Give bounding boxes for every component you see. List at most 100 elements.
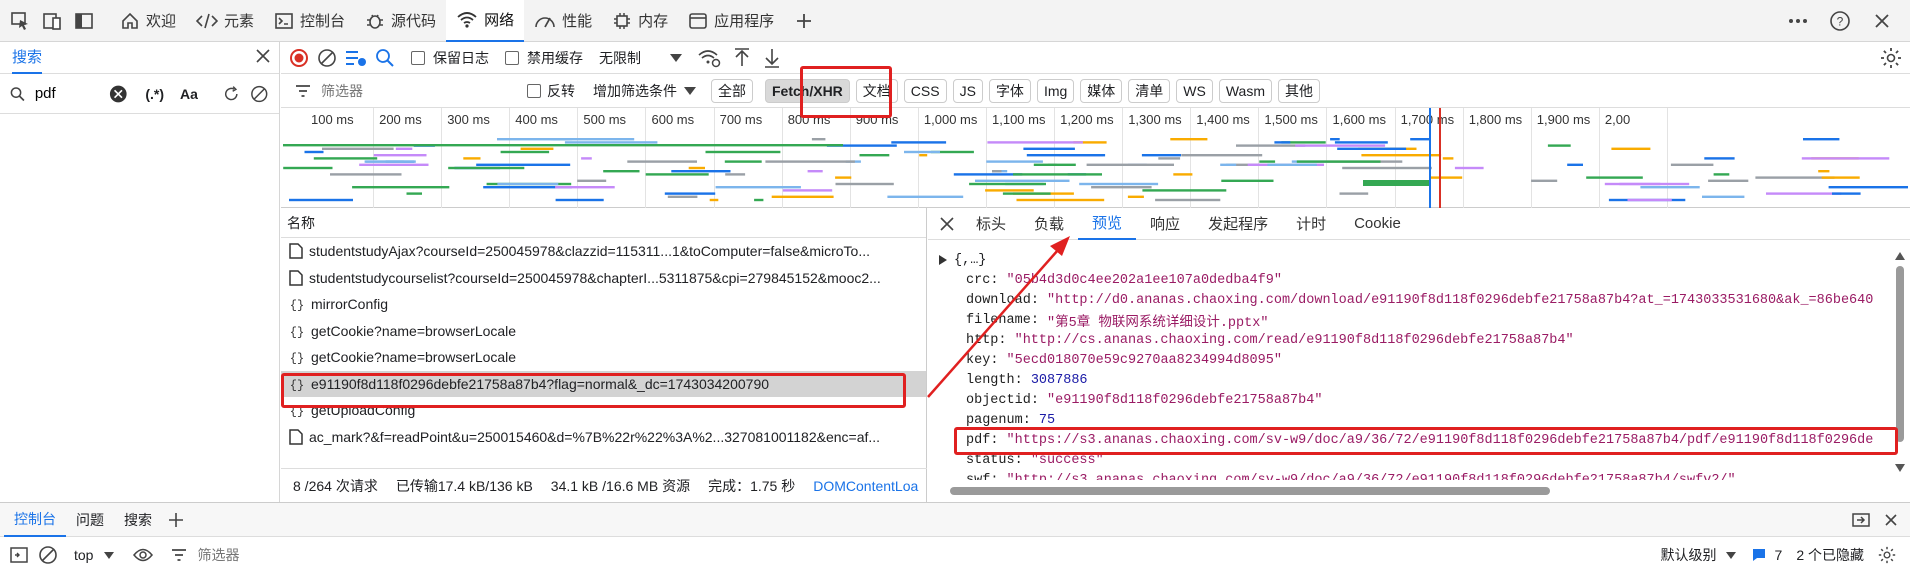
column-header-name[interactable]: 名称 [281,208,926,238]
import-har-icon[interactable] [733,47,751,68]
type-filter-all[interactable]: 全部 [711,78,753,103]
filter-settings-icon[interactable] [345,48,367,68]
type-filter-js[interactable]: JS [952,78,983,103]
drawer-tab-search[interactable]: 搜索 [114,503,162,537]
tab-performance[interactable]: 性能 [524,0,602,42]
request-row[interactable]: {} mirrorConfig [281,291,926,318]
clear-log-icon[interactable] [317,48,337,68]
json-field-crc[interactable]: crc: "05b4d3d0c4ee202a1ee107a0dedba4f9" [938,270,1898,290]
drawer-tab-console[interactable]: 控制台 [4,503,66,537]
chevron-down-icon[interactable] [1725,551,1737,560]
request-row[interactable]: {} getUploadConfig [281,397,926,424]
json-field-pdf[interactable]: pdf: "https://s3.ananas.chaoxing.com/sv-… [938,430,1898,450]
request-row[interactable]: {} getCookie?name=browserLocale [281,344,926,371]
clear-search-icon[interactable] [109,84,128,104]
json-field-key[interactable]: key: "5ecd018070e59c9270aa8234994d8095" [938,350,1898,370]
gear-icon[interactable] [1878,546,1896,564]
tab-welcome[interactable]: 欢迎 [110,0,186,42]
json-field-download[interactable]: download: "http://d0.ananas.chaoxing.com… [938,290,1898,310]
type-filter-font[interactable]: 字体 [988,78,1031,103]
json-field-objectid[interactable]: objectid: "e91190f8d118f0296debfe21758a8… [938,390,1898,410]
network-overview-timeline[interactable]: 100 ms 200 ms 300 ms 400 ms 500 ms 600 ms 700 … [281,108,1910,208]
filter-input[interactable] [321,82,521,99]
tab-preview[interactable]: 预览 [1078,208,1137,240]
issues-icon[interactable] [1751,547,1767,563]
close-devtools-icon[interactable] [1868,7,1896,35]
tab-memory[interactable]: 内存 [602,0,678,42]
tab-response[interactable]: 响应 [1136,208,1194,240]
json-root[interactable]: {,…} [954,253,986,268]
tab-sources[interactable]: 源代码 [355,0,446,42]
more-filters-select[interactable]: 增加筛选条件 [593,81,677,101]
search-panel-tab[interactable]: 搜索 [12,42,43,74]
tab-initiator[interactable]: 发起程序 [1194,208,1282,240]
type-filter-ws[interactable]: WS [1176,78,1213,103]
type-filter-fetch-xhr[interactable]: Fetch/XHR [765,78,850,103]
help-icon[interactable]: ? [1826,7,1854,35]
json-field-filename[interactable]: filename: "第5章 物联网系统详细设计.pptx" [938,310,1898,331]
console-sidebar-icon[interactable] [10,546,28,564]
dock-icon[interactable] [1852,511,1870,529]
add-tab-icon[interactable] [790,7,818,35]
type-filter-other[interactable]: 其他 [1278,78,1320,103]
request-row[interactable]: studentstudyAjax?courseId=250045978&claz… [281,238,926,265]
clear-icon[interactable] [250,84,269,104]
chevron-down-icon[interactable] [683,86,697,96]
json-field-length[interactable]: length: 3087886 [938,370,1898,390]
request-row[interactable]: ac_mark?&f=readPoint&u=250015460&d=%7B%2… [281,424,926,451]
search-icon[interactable] [375,48,395,68]
export-har-icon[interactable] [763,48,781,68]
request-row[interactable]: {} getCookie?name=browserLocale [281,318,926,345]
vertical-scrollbar[interactable] [1895,252,1905,472]
close-icon[interactable] [255,48,271,67]
search-input[interactable] [34,85,95,102]
gear-icon[interactable] [1880,47,1902,69]
type-filter-wasm[interactable]: Wasm [1218,78,1272,103]
throttling-select[interactable]: 无限制 [599,48,641,68]
type-filter-manifest[interactable]: 清单 [1128,78,1171,103]
tab-headers[interactable]: 标头 [962,208,1020,240]
json-field-http[interactable]: http: "http://cs.ananas.chaoxing.com/rea… [938,330,1898,350]
horizontal-scrollbar[interactable] [940,486,1880,496]
add-tab-icon[interactable] [168,512,184,528]
inspect-element-icon[interactable] [6,7,34,35]
more-options-icon[interactable] [1784,7,1812,35]
tab-network[interactable]: 网络 [446,0,525,42]
type-filter-doc[interactable]: 文档 [855,78,898,103]
type-filter-css[interactable]: CSS [903,78,947,103]
chevron-down-icon[interactable] [103,551,115,560]
caret-right-icon[interactable] [938,255,948,265]
type-filter-img[interactable]: Img [1036,78,1075,103]
invert-checkbox[interactable] [527,83,541,98]
tab-payload[interactable]: 负载 [1020,208,1078,240]
chevron-down-icon[interactable] [669,53,683,63]
tab-elements[interactable]: 元素 [186,0,264,42]
drawer-tab-issues[interactable]: 问题 [66,503,114,537]
disable-cache-checkbox[interactable] [505,50,519,65]
tab-application[interactable]: 应用程序 [678,0,784,42]
console-filter-input[interactable] [197,547,598,563]
request-row[interactable]: studentstudycourselist?courseId=25004597… [281,265,926,292]
request-row[interactable]: {} e91190f8d118f0296debfe21758a87b4?flag=… [281,370,926,397]
log-level-select[interactable]: 默认级别 [1661,545,1717,565]
tab-console[interactable]: 控制台 [264,0,355,42]
issues-count[interactable]: 7 [1775,547,1783,563]
json-field-swf[interactable]: swf: "http://s3.ananas.chaoxing.com/sv-w… [938,470,1898,481]
refresh-icon[interactable] [222,84,241,104]
close-drawer-icon[interactable] [1884,513,1898,527]
type-filter-media[interactable]: 媒体 [1080,78,1123,103]
record-icon[interactable] [289,48,309,68]
device-emulation-icon[interactable] [38,7,66,35]
tab-timing[interactable]: 计时 [1282,208,1340,240]
eye-icon[interactable] [133,548,154,562]
json-field-pagenum[interactable]: pagenum: 75 [938,410,1898,430]
network-conditions-icon[interactable] [697,48,721,68]
close-icon[interactable] [938,215,956,233]
toggle-sidebar-icon[interactable] [70,7,98,35]
tab-cookies[interactable]: Cookie [1340,208,1415,240]
clear-console-icon[interactable] [38,545,58,565]
context-select[interactable]: top [74,547,93,563]
regex-toggle[interactable]: (.*) [145,86,164,102]
match-case-toggle[interactable]: Aa [180,86,198,102]
json-field-status[interactable]: status: "success" [938,450,1898,470]
